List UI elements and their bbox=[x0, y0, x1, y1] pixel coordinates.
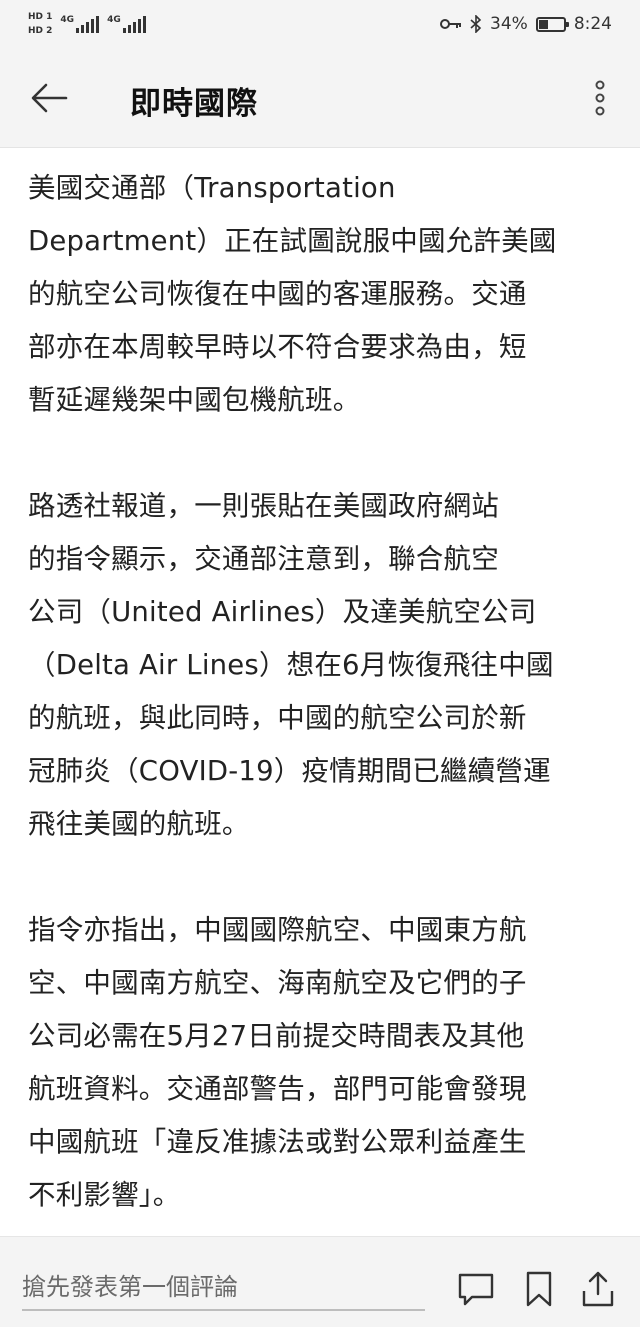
key-icon bbox=[440, 19, 462, 29]
clock: 8:24 bbox=[573, 14, 612, 34]
hd1-indicator: HD 1 bbox=[28, 12, 53, 22]
bluetooth-icon bbox=[470, 15, 482, 33]
comment-input[interactable] bbox=[22, 1265, 425, 1311]
signal-1-label: 4G bbox=[60, 15, 75, 25]
article-paragraph-1: 美國交通部（Transportation Department）正在試圖說服中國… bbox=[28, 172, 557, 416]
article-paragraph-2: 路透社報道，一則張貼在美國政府網站 的指令顯示，交通部注意到，聯合航空 公司（U… bbox=[28, 490, 554, 840]
status-bar: HD 1 HD 2 4G 4G 34% 8:24 bbox=[0, 0, 640, 48]
signal-2-label: 4G bbox=[107, 15, 121, 25]
more-vertical-icon[interactable] bbox=[594, 80, 606, 116]
hd2-indicator: HD 2 bbox=[28, 26, 53, 36]
page-title: 即時國際 bbox=[130, 86, 258, 122]
status-bar-left: HD 1 HD 2 4G 4G bbox=[28, 8, 146, 40]
battery-percent: 34% bbox=[490, 14, 528, 34]
status-bar-right: 34% 8:24 bbox=[440, 0, 612, 48]
app-header: 即時國際 bbox=[0, 48, 640, 148]
bottom-bar bbox=[0, 1236, 640, 1327]
bookmark-icon[interactable] bbox=[519, 1269, 559, 1309]
article-paragraph-3: 指令亦指出，中國國際航空、中國東方航 空、中國南方航空、海南航空及它們的子 公司… bbox=[28, 914, 527, 1211]
signal-icon: 4G bbox=[60, 15, 100, 33]
hd-indicators: HD 1 HD 2 bbox=[28, 11, 52, 37]
battery-fill bbox=[538, 19, 548, 29]
arrow-left-icon[interactable] bbox=[28, 76, 72, 120]
share-icon[interactable] bbox=[578, 1269, 618, 1309]
battery-icon bbox=[535, 16, 569, 32]
signal-icon-2: 4G bbox=[107, 15, 146, 33]
article-body: 美國交通部（Transportation Department）正在試圖說服中國… bbox=[28, 162, 618, 1275]
comment-icon[interactable] bbox=[456, 1269, 496, 1309]
